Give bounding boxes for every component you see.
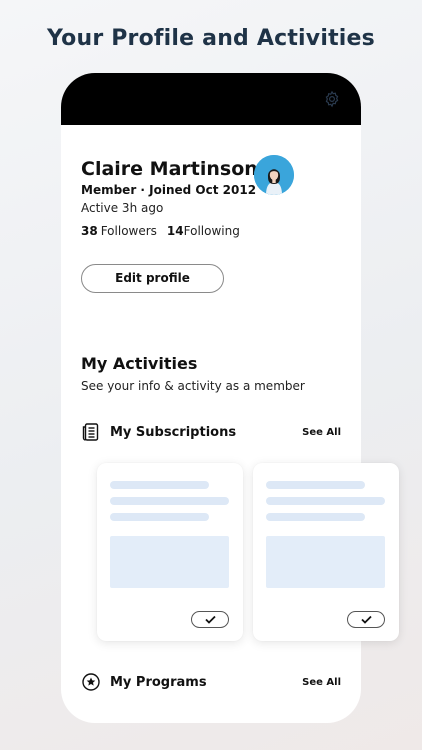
followers-count: 38: [81, 224, 98, 238]
check-button[interactable]: [191, 611, 229, 628]
following-label: Following: [183, 224, 240, 238]
check-icon: [360, 615, 372, 624]
edit-profile-button[interactable]: Edit profile: [81, 264, 224, 293]
following-stat[interactable]: 14Following: [167, 224, 240, 238]
avatar[interactable]: [254, 155, 294, 195]
gear-icon[interactable]: [323, 90, 341, 108]
followers-stat[interactable]: 38 Followers: [81, 224, 157, 238]
activities-subtitle: See your info & activity as a member: [81, 379, 305, 393]
check-button[interactable]: [347, 611, 385, 628]
subscriptions-label: My Subscriptions: [110, 424, 237, 440]
placeholder-line: [266, 513, 365, 521]
placeholder-image: [110, 536, 229, 588]
placeholder-line: [110, 513, 209, 521]
activities-title: My Activities: [81, 354, 198, 373]
placeholder-line: [110, 497, 229, 505]
placeholder-image: [266, 536, 385, 588]
star-circle-icon: [82, 673, 100, 691]
subscriptions-see-all-link[interactable]: See All: [302, 427, 341, 438]
programs-row: My Programs See All: [81, 671, 341, 693]
placeholder-line: [266, 481, 365, 489]
follow-stats: 38 Followers 14Following: [81, 224, 240, 238]
following-count: 14: [166, 224, 184, 238]
placeholder-line: [266, 497, 385, 505]
placeholder-line: [110, 481, 209, 489]
subscriptions-row: My Subscriptions See All: [81, 421, 341, 443]
subscription-card[interactable]: [97, 463, 243, 641]
newspaper-icon: [82, 423, 99, 441]
check-icon: [204, 615, 216, 624]
status-bar: [61, 73, 361, 125]
last-active: Active 3h ago: [81, 201, 164, 215]
programs-label: My Programs: [110, 674, 207, 690]
membership-info: Member · Joined Oct 2012: [81, 183, 257, 197]
followers-label: Followers: [100, 224, 157, 238]
page-headline: Your Profile and Activities: [47, 26, 375, 51]
subscription-card[interactable]: [253, 463, 399, 641]
profile-name: Claire Martinson: [81, 158, 258, 180]
programs-see-all-link[interactable]: See All: [302, 677, 341, 688]
